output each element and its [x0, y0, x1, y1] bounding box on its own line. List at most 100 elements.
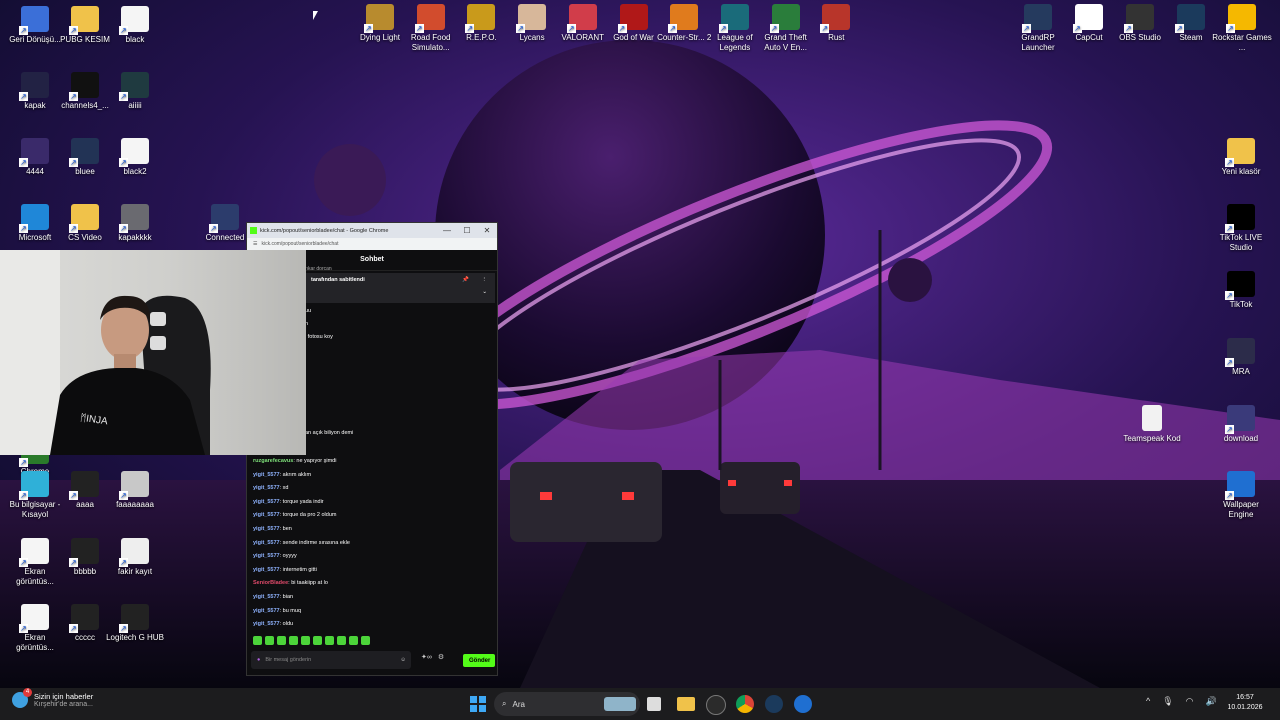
chat-fragment: an açık biliyon demi	[305, 430, 354, 436]
close-button[interactable]: ✕	[477, 226, 497, 235]
chat-input-placeholder: Bir mesaj gönderin	[265, 657, 312, 663]
fakir-kayit-file[interactable]: fakir kayıt	[105, 538, 165, 577]
logitech-g-hub-shortcut[interactable]: Logitech G HUB	[105, 604, 165, 643]
obs-icon[interactable]	[706, 695, 726, 715]
file-explorer-icon[interactable]	[677, 697, 695, 711]
more-options-icon[interactable]: ⋮	[482, 277, 488, 283]
emote-icon[interactable]	[277, 636, 286, 645]
windows-icon	[470, 696, 486, 712]
emote-icon[interactable]	[361, 636, 370, 645]
rockstar-shortcut-label: Rockstar Games ...	[1212, 33, 1272, 52]
emote-icon[interactable]	[301, 636, 310, 645]
black-file[interactable]: black	[105, 6, 165, 45]
chat-message[interactable]: yigit_5577: torque da pro 2 oldum	[253, 509, 493, 523]
chat-message[interactable]: yigit_5577: bian	[253, 591, 493, 605]
mic-icon[interactable]: ●	[257, 657, 260, 663]
emote-icon[interactable]	[289, 636, 298, 645]
chat-username[interactable]: yigit_5577	[253, 621, 280, 627]
chat-message[interactable]: yigit_5577: torque yada indir	[253, 496, 493, 510]
rust-shortcut[interactable]: Rust	[806, 4, 866, 43]
aaaa-file-icon	[69, 471, 99, 500]
microphone-icon[interactable]: 🎙	[1162, 696, 1173, 707]
emote-icon[interactable]	[325, 636, 334, 645]
tiktok-shortcut[interactable]: TikTok	[1211, 271, 1271, 310]
tiktok-live-shortcut-icon	[1225, 204, 1255, 233]
chat-username[interactable]: yigit_5577	[253, 512, 280, 518]
chat-message[interactable]: yigit_5577: xd	[253, 482, 493, 496]
chat-message[interactable]: ruzgarefecavus: ne yapıyor şimdi	[253, 455, 493, 469]
text-file-icon	[1142, 405, 1162, 431]
chat-message[interactable]: yigit_5577: sende indirme sırasına ekle	[253, 537, 493, 551]
chat-message-input[interactable]: ● Bir mesaj gönderin ☺	[251, 651, 411, 669]
chat-message[interactable]: yigit_5577: bu muq	[253, 605, 493, 619]
god-of-war-shortcut-icon	[617, 4, 648, 33]
faaaaaaaa-file[interactable]: faaaaaaaa	[105, 471, 165, 510]
site-info-icon[interactable]: ☰	[253, 241, 257, 247]
news-widget[interactable]: 4 Sizin için haberler Kırşehir'de arana.…	[12, 688, 93, 708]
chat-username[interactable]: yigit_5577	[253, 485, 280, 491]
chevron-down-icon[interactable]: ⌄	[482, 289, 487, 295]
emote-icon[interactable]	[313, 636, 322, 645]
steam-icon[interactable]	[765, 695, 783, 713]
start-button[interactable]	[469, 695, 487, 713]
emote-icon[interactable]	[349, 636, 358, 645]
emote-icon[interactable]	[265, 636, 274, 645]
points-icon[interactable]: ✦∞	[421, 653, 432, 661]
emote-icon[interactable]	[337, 636, 346, 645]
kapakkkk-file-icon	[119, 204, 149, 233]
new-folder[interactable]: Yeni klasör	[1211, 138, 1271, 177]
address-bar[interactable]: ☰ kick.com/popout/seniorbladee/chat	[247, 238, 497, 250]
wallpaper-engine-shortcut[interactable]: Wallpaper Engine	[1211, 471, 1271, 520]
rockstar-shortcut[interactable]: Rockstar Games ...	[1212, 4, 1272, 53]
black2-file[interactable]: black2	[105, 138, 165, 177]
chat-username[interactable]: yigit_5577	[253, 608, 280, 614]
tiktok-live-shortcut[interactable]: TikTok LIVE Studio	[1211, 204, 1271, 253]
wifi-icon[interactable]: ◠	[1186, 696, 1194, 707]
chevron-up-icon[interactable]: ^	[1146, 696, 1150, 707]
send-button[interactable]: Gönder	[463, 654, 495, 667]
bluee-file-icon	[69, 138, 99, 167]
mra-shortcut[interactable]: MRA	[1211, 338, 1271, 377]
window-titlebar[interactable]: kick.com/popout/seniorbladee/chat - Goog…	[247, 223, 497, 238]
taskbar-clock[interactable]: 16:57 10.01.2026	[1220, 693, 1270, 713]
chat-message[interactable]: yigit_5577: oyyyy	[253, 550, 493, 564]
counter-strike-shortcut-icon	[668, 4, 699, 33]
edge-shortcut-icon	[19, 204, 49, 233]
chat-username[interactable]: yigit_5577	[253, 526, 280, 532]
emote-bar[interactable]	[253, 636, 370, 645]
chrome-icon[interactable]	[736, 695, 754, 713]
chat-message[interactable]: yigit_5577: internetim gitti	[253, 564, 493, 578]
chat-username[interactable]: yigit_5577	[253, 553, 280, 559]
chat-message[interactable]: yigit_5577: akrım aklım	[253, 469, 493, 483]
grandrp-launcher-shortcut-icon	[1022, 4, 1052, 33]
chat-message-list[interactable]: ruzgarefecavus: ne yapıyor şimdi yigit_55…	[253, 455, 493, 632]
chat-username[interactable]: SeniorBladee	[253, 580, 288, 586]
teamspeak-kod-file[interactable]: Teamspeak Kod	[1122, 405, 1182, 444]
kapakkkk-file[interactable]: kapakkkk	[105, 204, 165, 243]
chat-username[interactable]: yigit_5577	[253, 567, 280, 573]
chat-message[interactable]: yigit_5577: oldu	[253, 618, 493, 632]
emote-icon[interactable]	[253, 636, 262, 645]
wallpaper-engine-icon[interactable]	[794, 695, 812, 713]
volume-icon[interactable]: 🔊	[1206, 696, 1217, 707]
download-file[interactable]: download	[1211, 405, 1271, 444]
dying-light-shortcut-icon	[364, 4, 394, 33]
aiiiii-file[interactable]: aiiiii	[105, 72, 165, 111]
chat-username[interactable]: yigit_5577	[253, 540, 280, 546]
task-view-icon[interactable]	[647, 697, 661, 711]
lycans-shortcut-icon	[516, 4, 547, 33]
chat-message[interactable]: SeniorBladee: bi taakiipp at lo	[253, 577, 493, 591]
maximize-button[interactable]: ☐	[457, 226, 477, 235]
taskbar-search[interactable]: ⌕ Ara	[494, 692, 640, 716]
chat-username[interactable]: yigit_5577	[253, 499, 280, 505]
chat-username[interactable]: ruzgarefecavus	[253, 458, 293, 464]
minimize-button[interactable]: —	[437, 226, 457, 235]
chat-message[interactable]: yigit_5577: ben	[253, 523, 493, 537]
wallpaper-engine-shortcut-label: Wallpaper Engine	[1223, 500, 1259, 519]
pinned-message[interactable]: tarafından sabitlendi 📌 ⋮ ⌄	[305, 273, 495, 303]
gear-icon[interactable]: ⚙	[438, 653, 444, 661]
chat-username[interactable]: yigit_5577	[253, 594, 280, 600]
search-label: Ara	[512, 699, 525, 709]
emoji-icon[interactable]: ☺	[400, 657, 406, 663]
chat-username[interactable]: yigit_5577	[253, 472, 280, 478]
